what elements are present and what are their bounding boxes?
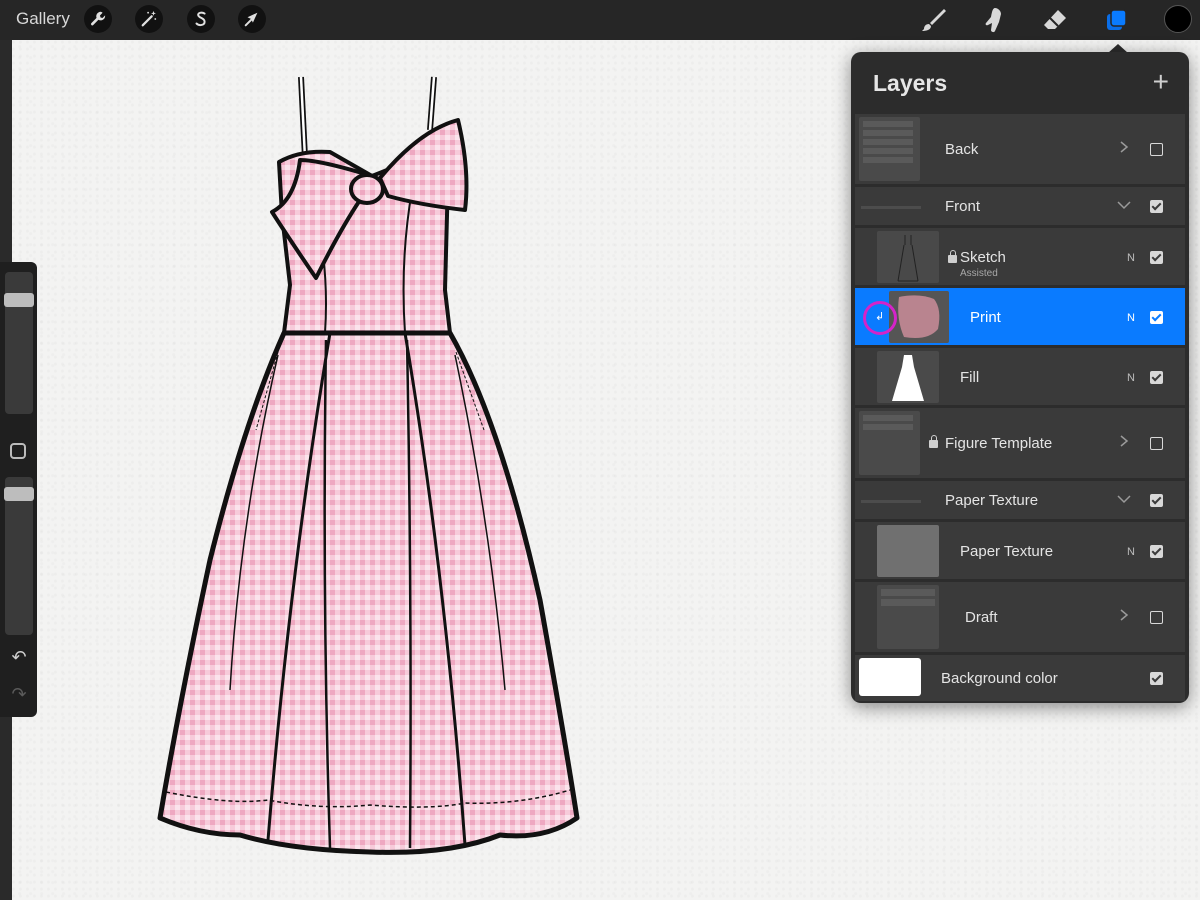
layer-name: Print	[970, 309, 1001, 326]
layer-thumbnail	[859, 117, 920, 181]
layer-thumbnail	[877, 231, 939, 283]
add-layer-button[interactable]: +	[1153, 68, 1169, 96]
opacity-handle[interactable]	[4, 487, 34, 501]
top-toolbar: Gallery	[0, 0, 1200, 40]
layer-name: Paper Texture	[945, 492, 1039, 509]
layer-thumbnail	[889, 291, 949, 343]
layer-name: Paper Texture	[960, 543, 1054, 560]
magic-wand-icon[interactable]	[135, 5, 163, 33]
chevron-right-icon[interactable]	[1117, 434, 1131, 451]
lock-icon	[929, 435, 938, 448]
layer-name: Fill	[960, 369, 980, 386]
layer-group-paper-texture[interactable]: Paper Texture	[855, 481, 1185, 519]
layer-thumbnail	[877, 525, 939, 577]
redo-icon[interactable]: ↷	[8, 683, 30, 705]
blend-mode-button[interactable]: N	[1127, 312, 1135, 324]
transform-arrow-icon[interactable]	[238, 5, 266, 33]
left-sidebar: ↶ ↷	[0, 262, 37, 717]
visibility-checkbox[interactable]	[1150, 672, 1163, 685]
blend-mode-button[interactable]: N	[1127, 546, 1135, 558]
visibility-checkbox[interactable]	[1150, 200, 1163, 213]
eraser-icon[interactable]	[1040, 5, 1070, 35]
panel-title: Layers	[873, 70, 948, 96]
layer-fill[interactable]: Fill N	[855, 348, 1185, 405]
layer-thumbnail	[877, 585, 939, 649]
layer-group-figure-template[interactable]: Figure Template	[855, 408, 1185, 478]
layer-thumbnail	[877, 351, 939, 403]
layer-name: Front	[945, 198, 981, 215]
gallery-button[interactable]: Gallery	[16, 9, 70, 29]
chevron-down-icon[interactable]	[1117, 198, 1131, 215]
undo-icon[interactable]: ↶	[8, 646, 30, 668]
visibility-checkbox[interactable]	[1150, 371, 1163, 384]
brush-size-handle[interactable]	[4, 293, 34, 307]
chevron-right-icon[interactable]	[1117, 608, 1131, 625]
brush-icon[interactable]	[918, 5, 948, 35]
layers-panel: Layers + Back Front Sketch Assisted N ↲ …	[851, 52, 1189, 703]
clipping-arrow-icon: ↲	[875, 311, 885, 323]
chevron-down-icon[interactable]	[1117, 492, 1131, 509]
visibility-checkbox[interactable]	[1150, 494, 1163, 507]
chevron-right-icon[interactable]	[1117, 140, 1131, 157]
layer-name: Draft	[965, 609, 998, 626]
group-divider	[861, 500, 921, 503]
layer-name: Back	[945, 141, 979, 158]
visibility-checkbox[interactable]	[1150, 251, 1163, 264]
selection-s-icon[interactable]	[187, 5, 215, 33]
layer-paper-texture[interactable]: Paper Texture N	[855, 522, 1185, 579]
blend-mode-button[interactable]: N	[1127, 252, 1135, 264]
layer-group-front[interactable]: Front	[855, 187, 1185, 225]
layers-icon[interactable]	[1102, 5, 1132, 35]
visibility-checkbox[interactable]	[1150, 143, 1163, 156]
smudge-icon[interactable]	[979, 5, 1009, 35]
visibility-checkbox[interactable]	[1150, 437, 1163, 450]
layer-background-color[interactable]: Background color	[855, 655, 1185, 701]
color-swatch[interactable]	[1164, 5, 1192, 33]
group-divider	[861, 206, 921, 209]
layer-name: Sketch	[960, 249, 1006, 266]
layer-print[interactable]: ↲ Print N	[855, 288, 1185, 345]
layer-subtitle: Assisted	[960, 268, 998, 279]
layer-group-back[interactable]: Back	[855, 114, 1185, 184]
wrench-icon[interactable]	[84, 5, 112, 33]
modifier-button[interactable]	[10, 443, 26, 459]
layer-name: Background color	[941, 670, 1058, 687]
lock-icon	[948, 250, 957, 263]
background-color-swatch[interactable]	[859, 658, 921, 696]
layer-sketch[interactable]: Sketch Assisted N	[855, 228, 1185, 285]
layer-name: Figure Template	[945, 435, 1053, 452]
layer-thumbnail	[859, 411, 920, 475]
visibility-checkbox[interactable]	[1150, 611, 1163, 624]
layer-group-draft[interactable]: Draft	[855, 582, 1185, 652]
visibility-checkbox[interactable]	[1150, 311, 1163, 324]
blend-mode-button[interactable]: N	[1127, 372, 1135, 384]
visibility-checkbox[interactable]	[1150, 545, 1163, 558]
